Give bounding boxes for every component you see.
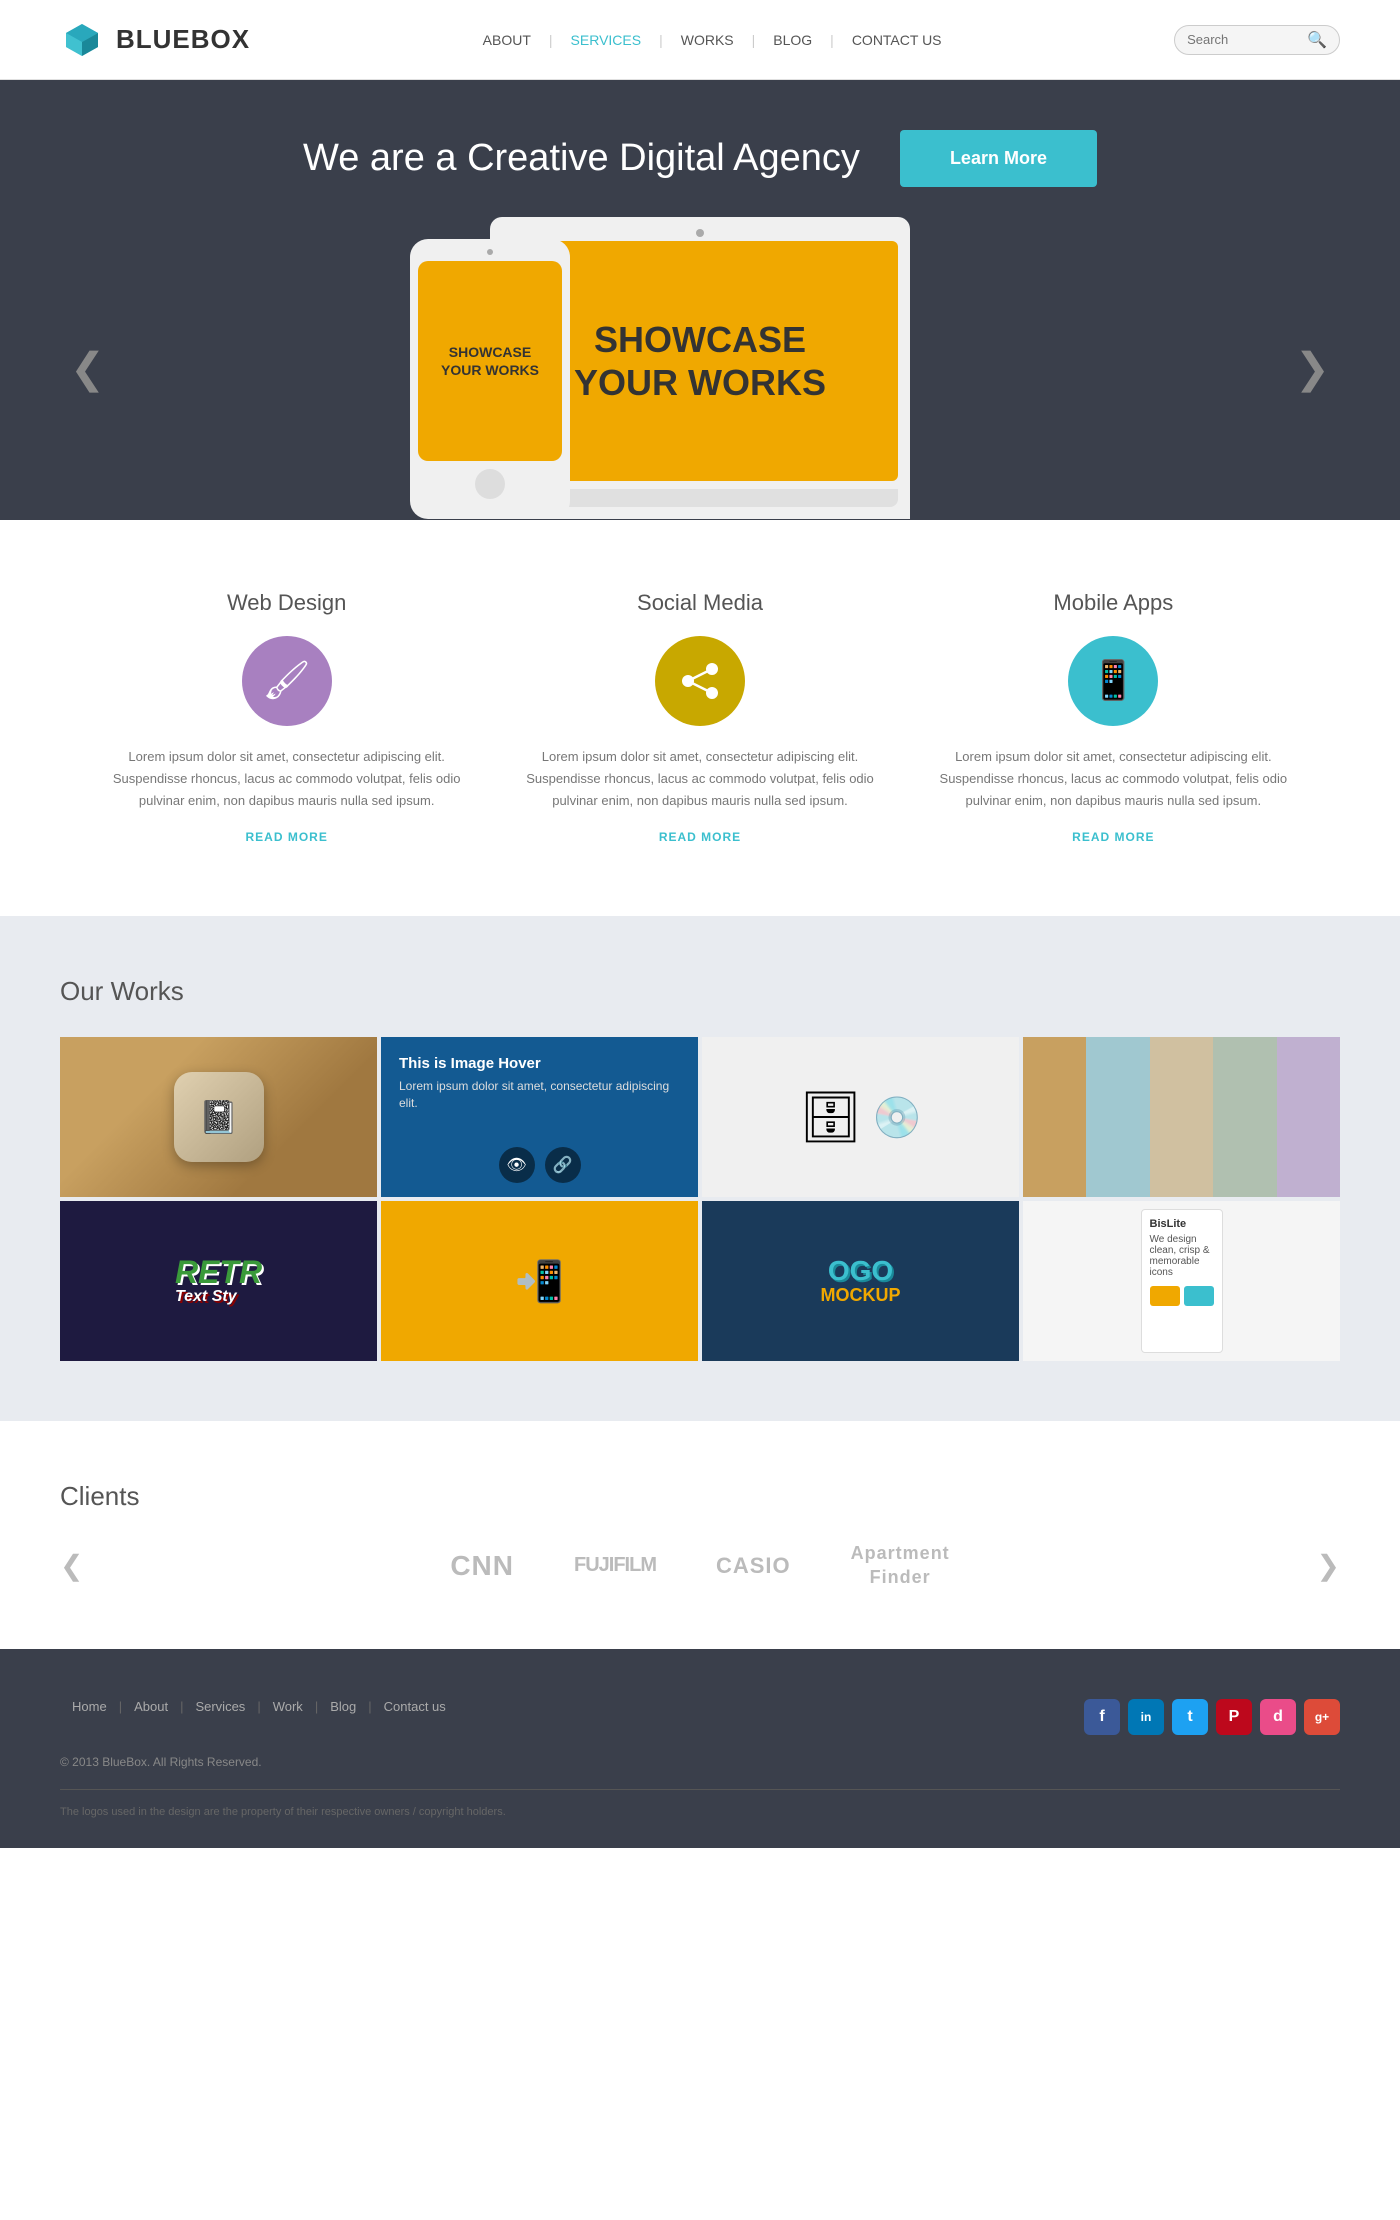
footer: Home | About | Services | Work | Blog | … [0, 1649, 1400, 1848]
clients-row: ❮ CNN FUJIFILM CASIO ApartmentFinder ❯ [60, 1542, 1340, 1589]
footer-top: Home | About | Services | Work | Blog | … [60, 1699, 1340, 1735]
service-desc-mobile: Lorem ipsum dolor sit amet, consectetur … [927, 746, 1300, 812]
devices-container: SHOWCASEYOUR WORKS SHOWCASEYOUR WORKS [490, 217, 910, 519]
learn-more-button[interactable]: Learn More [900, 130, 1097, 187]
social-twitter-button[interactable]: t [1172, 1699, 1208, 1735]
work-hover-desc: Lorem ipsum dolor sit amet, consectetur … [399, 1078, 680, 1112]
social-linkedin-button[interactable]: in [1128, 1699, 1164, 1735]
footer-divider [60, 1789, 1340, 1790]
client-apartment-finder: ApartmentFinder [851, 1542, 950, 1589]
nav-right: 🔍 [1174, 25, 1340, 55]
footer-link-home[interactable]: Home [60, 1699, 119, 1714]
service-web-design: Web Design 🖌 Lorem ipsum dolor sit amet,… [100, 590, 473, 846]
service-title-mobile: Mobile Apps [927, 590, 1300, 616]
phone-mockup: SHOWCASEYOUR WORKS [410, 239, 570, 519]
footer-copyright: © 2013 BlueBox. All Rights Reserved. [60, 1755, 1340, 1769]
read-more-webdesign[interactable]: READ MORE [245, 830, 327, 844]
database-icons: 🗄 💿 [799, 1088, 922, 1147]
works-section: Our Works 📓 This is Image Hover Lorem ip… [0, 916, 1400, 1421]
logo-mockup: OGO MOCKUP [821, 1257, 901, 1306]
phone-screen: SHOWCASEYOUR WORKS [418, 261, 562, 461]
phone-home-button [475, 469, 505, 499]
footer-link-about[interactable]: About [122, 1699, 180, 1714]
service-desc-webdesign: Lorem ipsum dolor sit amet, consectetur … [100, 746, 473, 812]
clients-section-title: Clients [60, 1481, 1340, 1512]
hero-section: We are a Creative Digital Agency Learn M… [0, 80, 1400, 520]
laptop-screen-text: SHOWCASEYOUR WORKS [574, 318, 826, 404]
footer-disclaimer: The logos used in the design are the pro… [60, 1806, 1340, 1818]
work-eye-icon[interactable]: 👁 [499, 1147, 535, 1183]
work-item-2[interactable]: This is Image Hover Lorem ipsum dolor si… [381, 1037, 698, 1197]
work-item-8[interactable]: BisLite We designclean, crisp &memorable… [1023, 1201, 1340, 1361]
works-grid: 📓 This is Image Hover Lorem ipsum dolor … [60, 1037, 1340, 1361]
social-dribbble-button[interactable]: d [1260, 1699, 1296, 1735]
slider-prev-button[interactable]: ❮ [70, 344, 105, 393]
main-nav: ABOUT | SERVICES | WORKS | BLOG | CONTAC… [465, 32, 960, 48]
hero-title: We are a Creative Digital Agency [303, 137, 860, 180]
service-desc-social: Lorem ipsum dolor sit amet, consectetur … [513, 746, 886, 812]
search-input[interactable] [1187, 32, 1307, 47]
work-hover-title: This is Image Hover [399, 1055, 541, 1072]
service-title-webdesign: Web Design [100, 590, 473, 616]
work-item-4[interactable] [1023, 1037, 1340, 1197]
work-hover-icons: 👁 🔗 [499, 1147, 581, 1183]
social-facebook-button[interactable]: f [1084, 1699, 1120, 1735]
nav-contact[interactable]: CONTACT US [834, 32, 960, 48]
service-icon-mobile: 📱 [1068, 636, 1158, 726]
services-grid: Web Design 🖌 Lorem ipsum dolor sit amet,… [100, 590, 1300, 846]
logo-icon [60, 18, 104, 62]
tablet-mockup: 📲 [515, 1258, 565, 1305]
clients-prev-button[interactable]: ❮ [60, 1549, 83, 1582]
footer-nav: Home | About | Services | Work | Blog | … [60, 1699, 458, 1714]
slider-next-button[interactable]: ❯ [1295, 344, 1330, 393]
footer-link-work[interactable]: Work [261, 1699, 315, 1714]
read-more-social[interactable]: READ MORE [659, 830, 741, 844]
search-box: 🔍 [1174, 25, 1340, 55]
header: BLUEBOX ABOUT | SERVICES | WORKS | BLOG … [0, 0, 1400, 80]
clients-next-button[interactable]: ❯ [1317, 1549, 1340, 1582]
phone-screen-text: SHOWCASEYOUR WORKS [441, 343, 539, 379]
service-social-media: Social Media Lorem ipsum dolor sit amet,… [513, 590, 886, 846]
service-icon-social [655, 636, 745, 726]
clients-section: Clients ❮ CNN FUJIFILM CASIO ApartmentFi… [0, 1421, 1400, 1649]
work-item-1[interactable]: 📓 [60, 1037, 377, 1197]
work-link-icon[interactable]: 🔗 [545, 1147, 581, 1183]
client-fujifilm: FUJIFILM [574, 1554, 656, 1577]
footer-link-blog[interactable]: Blog [318, 1699, 368, 1714]
share-icon [678, 659, 722, 703]
client-casio: CASIO [716, 1553, 791, 1579]
retro-sub: Text Sty [175, 1288, 262, 1306]
search-button[interactable]: 🔍 [1307, 30, 1327, 50]
service-title-social: Social Media [513, 590, 886, 616]
service-icon-webdesign: 🖌 [242, 636, 332, 726]
slider-area: ❮ SHOWCASEYOUR WORKS SHOWCASEYOUR WORKS … [60, 217, 1340, 519]
client-cnn: CNN [450, 1550, 514, 1582]
work-hover-overlay: This is Image Hover Lorem ipsum dolor si… [381, 1037, 698, 1197]
website-mockup: BisLite We designclean, crisp &memorable… [1141, 1209, 1223, 1353]
laptop-camera [696, 229, 704, 237]
works-section-title: Our Works [60, 976, 1340, 1007]
work-item-3[interactable]: 🗄 💿 [702, 1037, 1019, 1197]
nav-services[interactable]: SERVICES [553, 32, 660, 48]
work-item-6[interactable]: 📲 [381, 1201, 698, 1361]
work-item-5[interactable]: RETR Text Sty [60, 1201, 377, 1361]
footer-link-services[interactable]: Services [183, 1699, 257, 1714]
read-more-mobile[interactable]: READ MORE [1072, 830, 1154, 844]
logo-text: BLUEBOX [116, 24, 250, 55]
logo-area: BLUEBOX [60, 18, 250, 62]
footer-social: f in t P d g+ [1084, 1699, 1340, 1735]
social-googleplus-button[interactable]: g+ [1304, 1699, 1340, 1735]
nav-works[interactable]: WORKS [663, 32, 752, 48]
work-item-7[interactable]: OGO MOCKUP [702, 1201, 1019, 1361]
social-pinterest-button[interactable]: P [1216, 1699, 1252, 1735]
clients-logos: CNN FUJIFILM CASIO ApartmentFinder [83, 1542, 1316, 1589]
hero-top: We are a Creative Digital Agency Learn M… [60, 130, 1340, 187]
service-mobile-apps: Mobile Apps 📱 Lorem ipsum dolor sit amet… [927, 590, 1300, 846]
footer-link-contact[interactable]: Contact us [372, 1699, 458, 1714]
services-section: Web Design 🖌 Lorem ipsum dolor sit amet,… [0, 520, 1400, 916]
nav-blog[interactable]: BLOG [755, 32, 830, 48]
retro-text: RETR [175, 1256, 262, 1288]
nav-about[interactable]: ABOUT [465, 32, 549, 48]
